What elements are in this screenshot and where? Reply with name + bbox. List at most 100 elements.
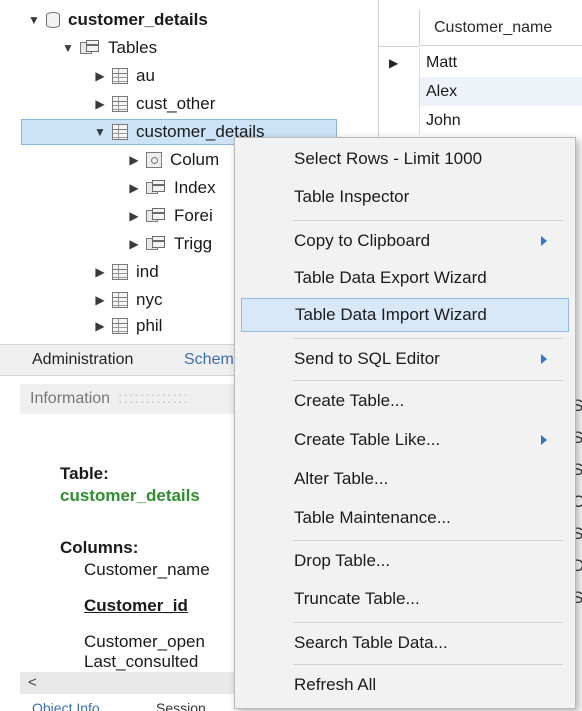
menu-item-refresh-all[interactable]: Refresh All: [241, 668, 569, 702]
primary-key-column-entry: Customer_id: [84, 596, 188, 615]
menu-separator: [293, 338, 563, 339]
expanded-arrow-icon[interactable]: ▼: [94, 125, 106, 139]
menu-item-label: Search Table Data...: [294, 633, 448, 652]
grid-row[interactable]: Matt: [419, 48, 582, 77]
menu-item-send-to-sql-editor[interactable]: Send to SQL Editor: [241, 342, 569, 376]
tree-node-table-phil[interactable]: ▶ phil: [94, 314, 162, 338]
tables-label: Tables: [108, 38, 158, 57]
grid-row[interactable]: Alex: [419, 77, 582, 106]
tree-sub-label: Index: [174, 178, 216, 197]
submenu-arrow-icon: [541, 435, 547, 445]
expanded-arrow-icon[interactable]: ▼: [28, 13, 40, 27]
tree-node-table-cust-other[interactable]: ▶ cust_other: [94, 92, 215, 116]
column-entry: Customer_name: [84, 560, 210, 579]
tree-node-tables[interactable]: ▼ Tables: [62, 36, 157, 60]
tree-node-foreign-keys[interactable]: ▶ Forei: [128, 204, 212, 228]
menu-item-label: Select Rows - Limit 1000: [294, 149, 483, 168]
collapsed-arrow-icon[interactable]: ▶: [94, 97, 106, 111]
menu-item-label: Truncate Table...: [294, 589, 420, 608]
table-label: phil: [136, 316, 163, 335]
columns-folder-icon: [146, 152, 162, 168]
grid-cell[interactable]: Matt: [426, 54, 457, 72]
grid-cell[interactable]: John: [426, 112, 461, 130]
bottom-tabs: Object Info Session: [20, 696, 242, 711]
submenu-arrow-icon: [541, 236, 547, 246]
collapsed-arrow-icon[interactable]: ▶: [128, 209, 140, 223]
sidebar-tabs: Administration Schem: [0, 344, 240, 376]
tree-node-triggers[interactable]: ▶ Trigg: [128, 232, 212, 256]
column-entry: Customer_open: [84, 632, 205, 651]
table-icon: [112, 68, 128, 84]
grid-row-gutter-header: [379, 10, 419, 47]
collapsed-arrow-icon[interactable]: ▶: [94, 69, 106, 83]
menu-item-label: Create Table...: [294, 391, 405, 410]
menu-item-drop-table[interactable]: Drop Table...: [241, 544, 569, 578]
tab-object-info[interactable]: Object Info: [32, 700, 100, 711]
menu-separator: [293, 540, 563, 541]
collapsed-arrow-icon[interactable]: ▶: [128, 237, 140, 251]
menu-item-label: Send to SQL Editor: [294, 349, 440, 368]
grid-cell[interactable]: Alex: [426, 83, 457, 101]
collapsed-arrow-icon[interactable]: ▶: [94, 293, 106, 307]
collapsed-arrow-icon[interactable]: ▶: [94, 319, 106, 333]
tree-node-table-nyc[interactable]: ▶ nyc: [94, 288, 162, 312]
menu-item-label: Alter Table...: [294, 469, 389, 488]
table-label: au: [136, 66, 155, 85]
table-icon: [112, 264, 128, 280]
tree-node-indexes[interactable]: ▶ Index: [128, 176, 216, 200]
horizontal-scrollbar[interactable]: <: [20, 672, 242, 694]
information-header-label: Information: [30, 390, 111, 407]
tables-folder-icon: [80, 40, 100, 56]
collapsed-arrow-icon[interactable]: ▶: [128, 181, 140, 195]
menu-separator: [293, 622, 563, 623]
collapsed-arrow-icon[interactable]: ▶: [94, 265, 106, 279]
menu-item-table-data-import-wizard[interactable]: Table Data Import Wizard: [241, 298, 569, 332]
menu-item-label: Refresh All: [294, 675, 377, 694]
tree-node-table-ind[interactable]: ▶ ind: [94, 260, 159, 284]
table-icon: [112, 96, 128, 112]
information-panel-header: Information :::::::::::::: [20, 384, 240, 414]
tree-sub-label: Trigg: [174, 234, 213, 253]
menu-item-create-table-like[interactable]: Create Table Like...: [241, 423, 569, 457]
menu-item-table-inspector[interactable]: Table Inspector: [241, 180, 569, 214]
table-label: cust_other: [136, 94, 216, 113]
menu-item-alter-table[interactable]: Alter Table...: [241, 462, 569, 496]
menu-separator: [293, 220, 563, 221]
menu-item-label: Drop Table...: [294, 551, 391, 570]
triggers-folder-icon: [146, 236, 166, 252]
table-name-value: customer_details: [60, 486, 200, 505]
tree-node-columns[interactable]: ▶ Colum: [128, 148, 219, 172]
result-grid: Customer_name Matt ▶ Alex John: [378, 0, 582, 140]
menu-item-truncate-table[interactable]: Truncate Table...: [241, 582, 569, 616]
tab-administration[interactable]: Administration: [32, 351, 133, 369]
table-context-menu: Select Rows - Limit 1000 Table Inspector…: [234, 137, 576, 709]
scroll-left-icon[interactable]: <: [28, 674, 37, 691]
collapsed-arrow-icon[interactable]: ▶: [128, 153, 140, 167]
expanded-arrow-icon[interactable]: ▼: [62, 41, 74, 55]
table-label: nyc: [136, 290, 163, 309]
menu-item-create-table[interactable]: Create Table...: [241, 384, 569, 418]
grid-row[interactable]: John: [419, 106, 582, 135]
columns-label: Columns:: [60, 538, 139, 557]
table-label: ind: [136, 262, 159, 281]
menu-item-select-rows[interactable]: Select Rows - Limit 1000: [241, 142, 569, 176]
tab-schemas[interactable]: Schem: [184, 351, 234, 369]
menu-item-label: Table Data Import Wizard: [295, 305, 487, 324]
menu-item-label: Copy to Clipboard: [294, 231, 431, 250]
tab-session[interactable]: Session: [156, 700, 206, 711]
menu-item-table-maintenance[interactable]: Table Maintenance...: [241, 501, 569, 535]
menu-item-copy-to-clipboard[interactable]: Copy to Clipboard: [241, 224, 569, 258]
tree-node-table-au[interactable]: ▶ au: [94, 64, 155, 88]
information-panel: Table: customer_details Columns: Custome…: [20, 414, 242, 672]
table-label: Table:: [60, 464, 109, 483]
drag-handle-icon[interactable]: :::::::::::::: [118, 390, 189, 408]
column-header-customer-name[interactable]: Customer_name: [419, 10, 582, 46]
table-icon: [112, 124, 128, 140]
tree-node-schema[interactable]: ▼ customer_details: [28, 8, 208, 32]
menu-separator: [293, 380, 563, 381]
menu-item-table-data-export-wizard[interactable]: Table Data Export Wizard: [241, 261, 569, 295]
menu-item-label: Create Table Like...: [294, 430, 441, 449]
indexes-folder-icon: [146, 180, 166, 196]
menu-item-search-table-data[interactable]: Search Table Data...: [241, 626, 569, 660]
tree-sub-label: Colum: [170, 150, 220, 169]
